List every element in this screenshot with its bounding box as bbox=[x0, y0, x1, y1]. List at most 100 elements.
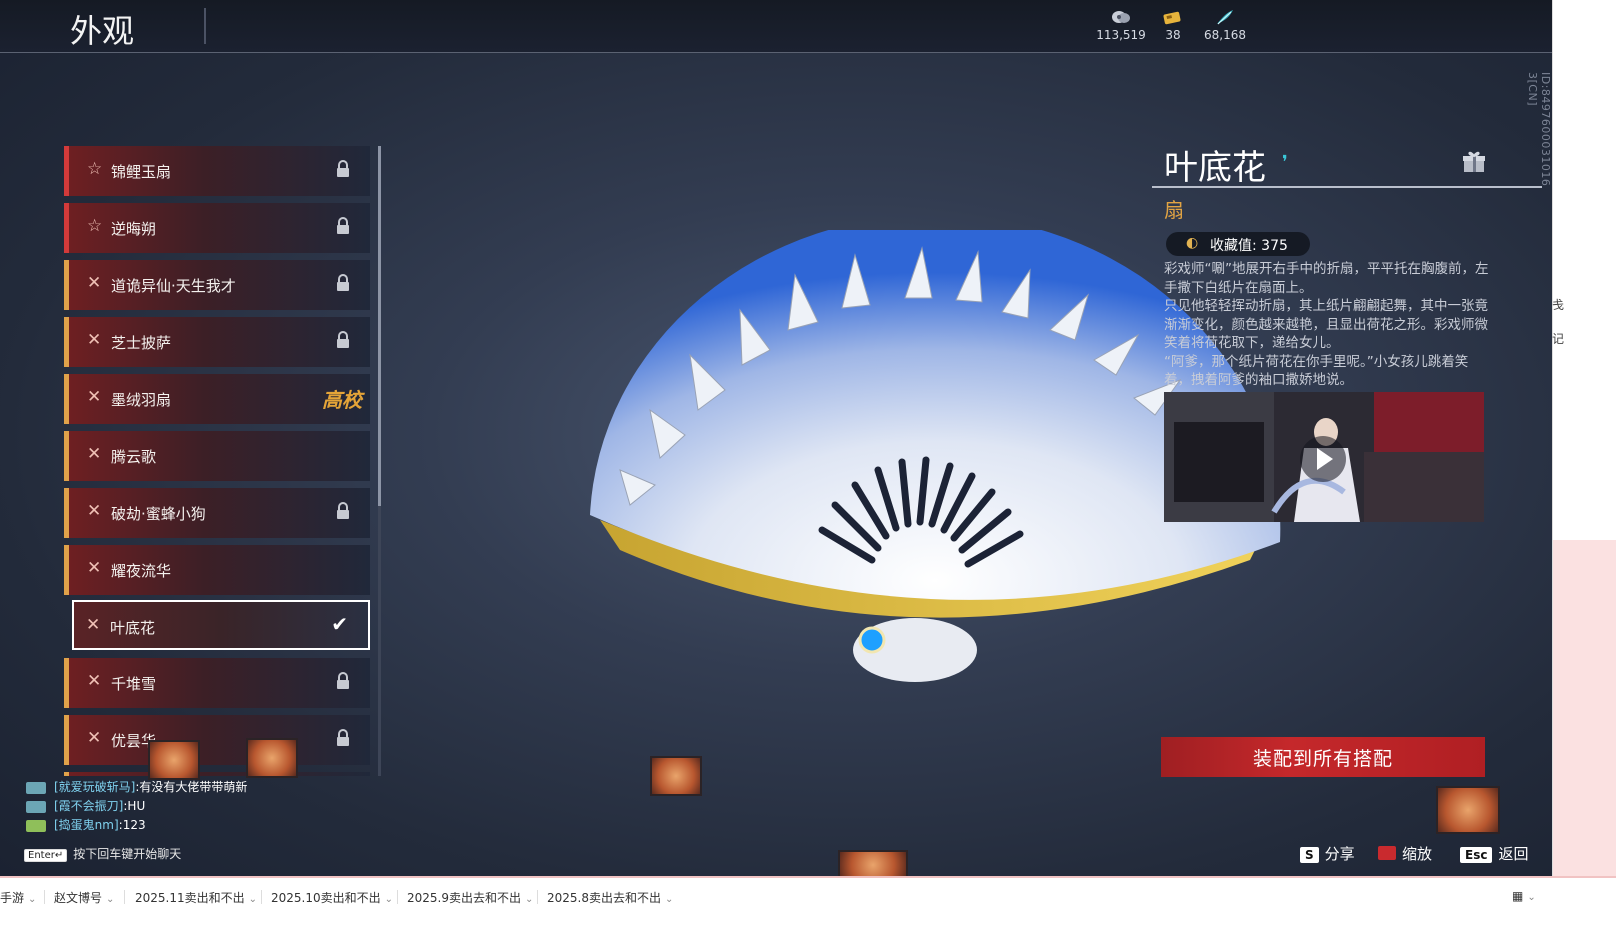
sheet-tab-label: 2025.9卖出去和不出 bbox=[407, 891, 521, 905]
sheet-tab-label: 2025.11卖出和不出 bbox=[135, 891, 245, 905]
currency-coins-value: 113,519 bbox=[1096, 28, 1146, 42]
lock-icon bbox=[336, 672, 350, 690]
feather-accent-icon: ❜ bbox=[1282, 152, 1288, 173]
list-item[interactable]: ✕ 腾云歌 bbox=[64, 431, 370, 481]
list-item-label: 腾云歌 bbox=[111, 448, 157, 466]
item-name: 叶底花 bbox=[1164, 148, 1266, 188]
list-item-label: 锦鲤玉扇 bbox=[111, 163, 172, 181]
list-item[interactable]: ✕ 耀夜流华 bbox=[64, 545, 370, 595]
cross-icon: ✕ bbox=[87, 558, 102, 578]
cross-icon: ✕ bbox=[87, 671, 102, 691]
list-item-label: 千堆雪 bbox=[111, 675, 157, 693]
cross-icon: ✕ bbox=[87, 444, 102, 464]
description-paragraph: “阿爹，那个纸片荷花在你手里呢。”小女孩儿跳着笑着，拽着阿爹的袖口撒娇地说。 bbox=[1164, 353, 1469, 389]
list-item[interactable] bbox=[64, 772, 370, 776]
chevron-down-icon: ⌄ bbox=[1527, 892, 1536, 903]
channel-icon bbox=[26, 800, 46, 813]
cross-icon: ✕ bbox=[87, 728, 102, 748]
chevron-down-icon: ⌄ bbox=[28, 894, 37, 905]
back-label: 返回 bbox=[1498, 845, 1529, 863]
grid-icon: ▦ bbox=[1512, 889, 1524, 903]
chat-sender[interactable]: [霞不会振刀] bbox=[54, 799, 123, 813]
sheet-tab[interactable]: 2025.8卖出去和不出 ⌄ bbox=[547, 889, 673, 906]
lock-icon bbox=[336, 331, 350, 349]
share-label: 分享 bbox=[1324, 845, 1355, 863]
list-item-selected[interactable]: ✕ 叶底花 ✔ bbox=[72, 600, 370, 650]
chat-message: [捣蛋鬼nm]:123 bbox=[26, 816, 426, 835]
sheet-tab-label: 2025.8卖出去和不出 bbox=[547, 891, 661, 905]
collection-value-badge: ◐ 收藏值: 375 bbox=[1166, 232, 1310, 256]
currency-coins: 113,519 bbox=[1091, 8, 1151, 42]
chat-text: :123 bbox=[118, 818, 146, 832]
sheet-tab[interactable]: 手游 ⌄ bbox=[0, 889, 36, 906]
tab-divider bbox=[397, 890, 398, 904]
detail-divider bbox=[1152, 186, 1542, 188]
tab-divider bbox=[124, 890, 125, 904]
sheet-tab[interactable]: 2025.11卖出和不出 ⌄ bbox=[135, 889, 257, 906]
share-button[interactable]: S 分享 bbox=[1300, 843, 1355, 864]
lock-icon bbox=[336, 160, 350, 178]
list-item[interactable]: ✕ 优昙华 bbox=[64, 715, 370, 765]
gift-icon[interactable] bbox=[1462, 150, 1486, 174]
description-paragraph: 彩戏师“唰”地展开右手中的折扇，平平托在胸腹前，左手撒下白纸片在扇面上。 bbox=[1164, 261, 1489, 296]
sheet-tab[interactable]: 2025.9卖出去和不出 ⌄ bbox=[407, 889, 533, 906]
list-item[interactable]: ✕ 千堆雪 bbox=[64, 658, 370, 708]
sheet-menu-button[interactable]: ▦ ⌄ bbox=[1512, 889, 1536, 903]
collection-value: 收藏值: 375 bbox=[1210, 238, 1288, 254]
coin-stack-icon bbox=[1091, 8, 1151, 28]
sheet-tab[interactable]: 2025.10卖出和不出 ⌄ bbox=[271, 889, 393, 906]
preview-video[interactable] bbox=[1164, 392, 1484, 522]
chevron-down-icon: ⌄ bbox=[384, 894, 394, 905]
chat-message: [就爱玩破斩马]:有没有大佬带带萌新 bbox=[26, 778, 426, 797]
page-title: 外观 bbox=[70, 12, 135, 50]
sheet-tab[interactable]: 赵文博号 ⌄ bbox=[54, 889, 114, 906]
list-item-label: 破劫·蜜蜂小狗 bbox=[111, 505, 206, 523]
channel-icon bbox=[26, 781, 46, 794]
zoom-label: 缩放 bbox=[1402, 845, 1433, 863]
chat-sender[interactable]: [捣蛋鬼nm] bbox=[54, 818, 119, 832]
back-button[interactable]: Esc 返回 bbox=[1460, 843, 1528, 864]
lantern-decoration bbox=[1436, 786, 1500, 834]
list-item[interactable]: ✕ 墨绒羽扇 高校 bbox=[64, 374, 370, 424]
currency-tickets-value: 38 bbox=[1165, 28, 1181, 42]
feather-icon bbox=[1195, 8, 1255, 28]
item-description: 彩戏师“唰”地展开右手中的折扇，平平托在胸腹前，左手撒下白纸片在扇面上。 只见他… bbox=[1164, 260, 1494, 390]
tab-divider bbox=[44, 890, 45, 904]
chat-sender[interactable]: [就爱玩破斩马] bbox=[54, 780, 135, 794]
cross-icon: ✕ bbox=[87, 330, 102, 350]
lock-icon bbox=[336, 217, 350, 235]
zoom-button[interactable]: 缩放 bbox=[1378, 843, 1432, 864]
appearance-list: ☆ 锦鲤玉扇 ☆ 逆晦朔 ✕ 道诡异仙·天生我才 ✕ 芝士披萨 ✕ 墨绒羽扇 高… bbox=[64, 146, 384, 776]
background-text: 戋 bbox=[1552, 298, 1565, 312]
list-item[interactable]: ✕ 芝士披萨 bbox=[64, 317, 370, 367]
list-item-label: 耀夜流华 bbox=[111, 562, 172, 580]
cross-icon: ✕ bbox=[87, 273, 102, 293]
currency-feathers-value: 68,168 bbox=[1204, 28, 1246, 42]
chat-text: :HU bbox=[123, 799, 146, 813]
background-text: 记 bbox=[1552, 332, 1565, 346]
lantern-decoration bbox=[148, 740, 200, 780]
sheet-tab-bar: 手游 ⌄ 赵文博号 ⌄ 2025.11卖出和不出 ⌄ 2025.10卖出和不出 ⌄ 20… bbox=[0, 876, 1616, 941]
list-item-label: 叶底花 bbox=[110, 619, 156, 637]
chevron-down-icon: ⌄ bbox=[525, 894, 534, 905]
play-icon[interactable] bbox=[1300, 436, 1346, 482]
list-item[interactable]: ☆ 锦鲤玉扇 bbox=[64, 146, 370, 196]
cross-icon: ✕ bbox=[86, 615, 101, 635]
tab-divider bbox=[537, 890, 538, 904]
equip-all-button[interactable]: 装配到所有搭配 bbox=[1161, 737, 1485, 777]
sheet-tab-label: 赵文博号 bbox=[54, 891, 103, 905]
list-item[interactable]: ✕ 道诡异仙·天生我才 bbox=[64, 260, 370, 310]
lock-icon bbox=[336, 502, 350, 520]
chevron-down-icon: ⌄ bbox=[665, 894, 674, 905]
list-item-label: 墨绒羽扇 bbox=[111, 391, 172, 409]
list-item[interactable]: ☆ 逆晦朔 bbox=[64, 203, 370, 253]
star-icon: ☆ bbox=[87, 216, 103, 236]
enter-hint-text: 按下回车键开始聊天 bbox=[73, 847, 182, 861]
chat-message: [霞不会振刀]:HU bbox=[26, 797, 426, 816]
list-item-label: 芝士披萨 bbox=[111, 334, 172, 352]
cross-icon: ✕ bbox=[87, 501, 102, 521]
chat-enter-hint[interactable]: Enter↵ 按下回车键开始聊天 bbox=[24, 845, 181, 862]
list-item[interactable]: ✕ 破劫·蜜蜂小狗 bbox=[64, 488, 370, 538]
list-item-label: 逆晦朔 bbox=[111, 220, 157, 238]
item-type: 扇 bbox=[1164, 198, 1184, 222]
